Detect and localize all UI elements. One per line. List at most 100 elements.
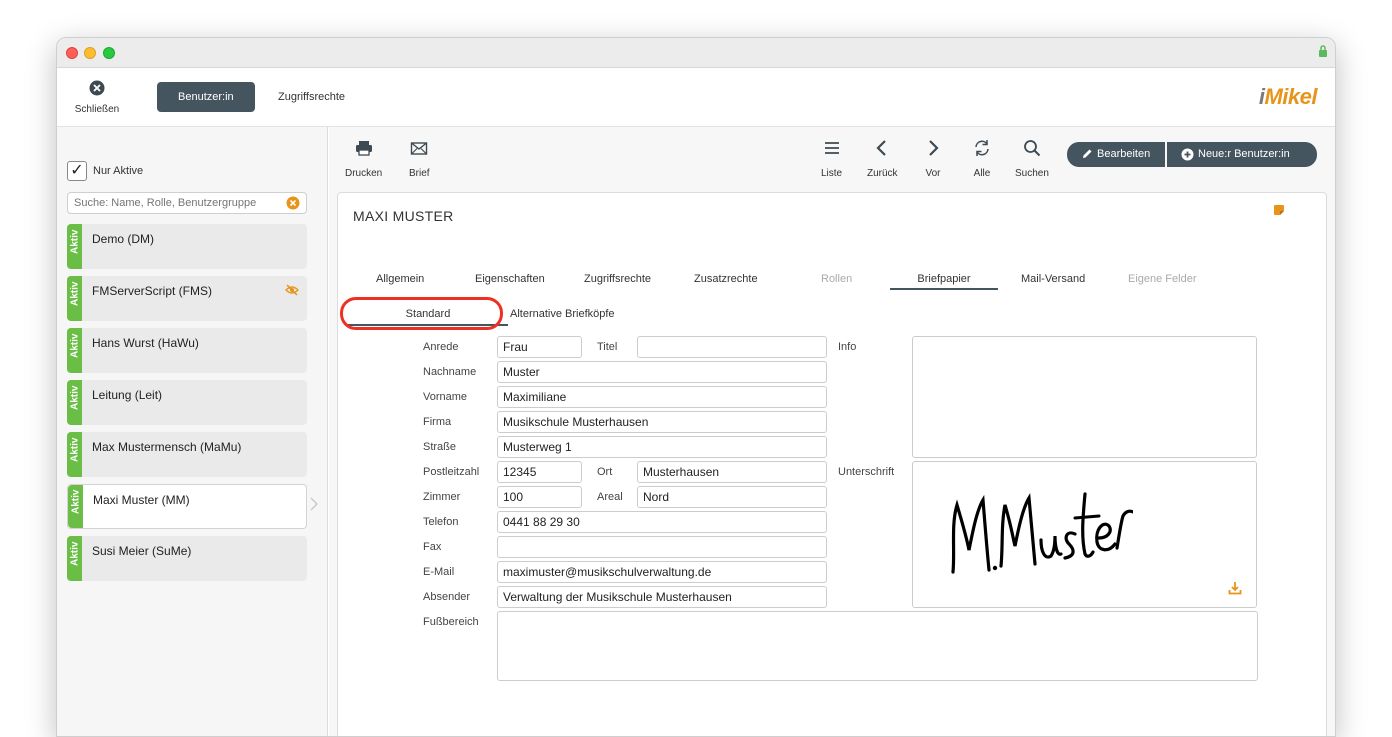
list-item[interactable]: Aktiv Hans Wurst (HaWu) (67, 328, 307, 373)
title-field[interactable] (637, 336, 827, 358)
new-user-label: Neue:r Benutzer:in (1198, 148, 1290, 160)
pencil-icon (1083, 149, 1092, 159)
user-name: Susi Meier (SuMe) (92, 544, 192, 558)
tab-access-rights[interactable]: Zugriffsrechte (584, 273, 651, 285)
email-label: E-Mail (423, 566, 455, 578)
fax-field[interactable] (497, 536, 827, 558)
next-button[interactable]: Vor (924, 139, 942, 181)
page-title: MAXI MUSTER (353, 208, 454, 224)
sender-label: Absender (423, 591, 471, 603)
chevron-left-icon (876, 140, 887, 156)
lastname-field[interactable]: Muster (497, 361, 827, 383)
letter-button[interactable]: Brief (409, 139, 430, 181)
company-label: Firma (423, 416, 452, 428)
list-item[interactable]: Aktiv Susi Meier (SuMe) (67, 536, 307, 581)
subtab-alternative-letterheads[interactable]: Alternative Briefköpfe (510, 308, 615, 320)
status-badge: Aktiv (67, 380, 82, 425)
note-icon[interactable] (1274, 205, 1284, 215)
title-bar (57, 38, 1335, 68)
user-name: Max Mustermensch (MaMu) (92, 440, 242, 454)
user-sidebar: ✓ Nur Aktive Aktiv Demo (DM) Aktiv FMSer… (57, 127, 328, 736)
back-label: Zurück (867, 168, 898, 179)
status-badge: Aktiv (67, 432, 82, 477)
status-badge: Aktiv (67, 276, 82, 321)
lastname-label: Nachname (423, 366, 477, 378)
list-item[interactable]: Aktiv FMServerScript (FMS) (67, 276, 307, 321)
area-field[interactable]: Nord (637, 486, 827, 508)
sender-field[interactable]: Verwaltung der Musikschule Musterhausen (497, 586, 827, 608)
tab-mail-sending[interactable]: Mail-Versand (1021, 273, 1085, 285)
firstname-label: Vorname (423, 391, 468, 403)
company-field[interactable]: Musikschule Musterhausen (497, 411, 827, 433)
list-icon (824, 142, 839, 154)
list-button[interactable]: Liste (821, 139, 842, 181)
search-icon (1024, 140, 1041, 157)
minimize-window-button[interactable] (84, 47, 96, 59)
list-label: Liste (821, 168, 843, 179)
tab-roles[interactable]: Rollen (821, 273, 852, 285)
title-label: Titel (597, 341, 618, 353)
user-detail-card: MAXI MUSTER Allgemein Eigenschaften Zugr… (337, 192, 1327, 736)
edit-label: Bearbeiten (1097, 148, 1151, 160)
new-user-button[interactable]: Neue:r Benutzer:in (1167, 142, 1317, 167)
signature-field[interactable] (912, 461, 1257, 608)
print-label: Drucken (345, 168, 383, 179)
tab-letterhead[interactable]: Briefpapier (890, 273, 998, 290)
list-item-selected[interactable]: Aktiv Maxi Muster (MM) (67, 484, 307, 529)
only-active-label: Nur Aktive (93, 165, 144, 177)
user-list: Aktiv Demo (DM) Aktiv FMServerScript (FM… (67, 224, 307, 588)
download-icon[interactable] (1228, 581, 1242, 595)
imikel-logo: iMikel (1258, 84, 1318, 109)
fax-label: Fax (423, 541, 442, 553)
all-button[interactable]: Alle (973, 139, 991, 181)
status-badge: Aktiv (67, 224, 82, 269)
phone-field[interactable]: 0441 88 29 30 (497, 511, 827, 533)
firstname-field[interactable]: Maximiliane (497, 386, 827, 408)
footer-field[interactable] (497, 611, 1258, 681)
info-field[interactable] (912, 336, 1257, 458)
envelope-icon (411, 142, 428, 155)
close-label: Schließen (74, 104, 120, 115)
salutation-field[interactable]: Frau (497, 336, 582, 358)
plus-circle-icon (1181, 148, 1194, 161)
user-name: Maxi Muster (MM) (93, 493, 190, 507)
tab-user[interactable]: Benutzer:in (157, 82, 255, 112)
tab-properties[interactable]: Eigenschaften (475, 273, 545, 285)
user-name: Hans Wurst (HaWu) (92, 336, 199, 350)
tab-custom-fields[interactable]: Eigene Felder (1128, 273, 1197, 285)
zip-label: Postleitzahl (423, 466, 480, 478)
status-badge: Aktiv (68, 485, 83, 528)
salutation-label: Anrede (423, 341, 459, 353)
search-button[interactable]: Suchen (1015, 139, 1049, 181)
all-label: Alle (973, 168, 991, 179)
print-button[interactable]: Drucken (345, 139, 382, 181)
clear-search-icon[interactable] (286, 196, 300, 210)
main-content: Drucken Brief Liste Zurück Vor Alle Such… (329, 127, 1335, 736)
close-window-button[interactable] (66, 47, 78, 59)
tab-access-rights[interactable]: Zugriffsrechte (257, 82, 366, 112)
area-label: Areal (597, 491, 623, 503)
city-label: Ort (597, 466, 613, 478)
search-label: Suchen (1015, 168, 1049, 179)
email-field[interactable]: maximuster@musikschulverwaltung.de (497, 561, 827, 583)
top-navigation: Schließen Benutzer:in Zugriffsrechte iMi… (57, 68, 1335, 127)
street-field[interactable]: Musterweg 1 (497, 436, 827, 458)
search-input[interactable] (68, 193, 283, 213)
zoom-window-button[interactable] (103, 47, 115, 59)
list-item[interactable]: Aktiv Demo (DM) (67, 224, 307, 269)
only-active-checkbox[interactable]: ✓ (67, 161, 87, 181)
city-field[interactable]: Musterhausen (637, 461, 827, 483)
tab-extra-rights[interactable]: Zusatzrechte (694, 273, 758, 285)
room-field[interactable]: 100 (497, 486, 582, 508)
list-item[interactable]: Aktiv Leitung (Leit) (67, 380, 307, 425)
list-item[interactable]: Aktiv Max Mustermensch (MaMu) (67, 432, 307, 477)
back-button[interactable]: Zurück (867, 139, 898, 181)
zip-field[interactable]: 12345 (497, 461, 582, 483)
edit-button[interactable]: Bearbeiten (1067, 142, 1165, 167)
close-button[interactable]: Schließen (71, 80, 123, 117)
footer-label: Fußbereich (423, 616, 479, 628)
chevron-right-icon (929, 140, 939, 156)
chevron-right-icon (310, 497, 318, 511)
user-name: Leitung (Leit) (92, 388, 163, 402)
tab-general[interactable]: Allgemein (376, 273, 424, 285)
